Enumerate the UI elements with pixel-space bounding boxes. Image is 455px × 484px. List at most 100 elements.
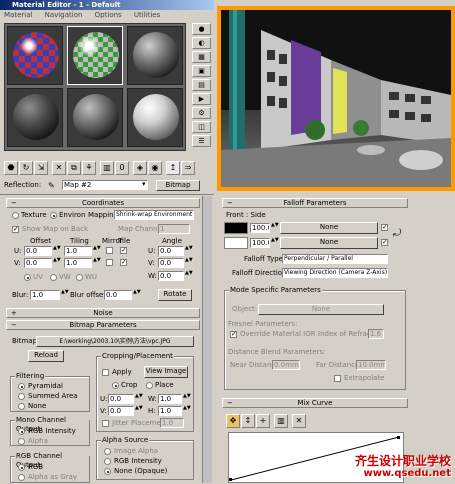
map-name-field[interactable]: Map #2 — [62, 180, 148, 190]
menu-options[interactable]: Options — [95, 11, 122, 19]
crop-w-spinner[interactable]: ▲▼ — [183, 394, 188, 403]
copy-material-icon[interactable]: ⧉ — [67, 161, 81, 175]
crop-v-spinner[interactable]: ▲▼ — [135, 406, 140, 415]
environ-radio[interactable] — [50, 212, 57, 219]
sample-slot-6[interactable] — [127, 88, 183, 147]
map-type-button[interactable]: Bitmap — [156, 180, 200, 191]
jitter-checkbox[interactable] — [102, 420, 109, 427]
add-point-icon[interactable]: + — [256, 414, 270, 428]
angle-w-field[interactable]: 0.0 — [158, 271, 184, 281]
blur-spinner[interactable]: ▲▼ — [61, 290, 66, 299]
front-amount-spinner[interactable]: ▲▼ — [271, 223, 276, 232]
filter-none-radio[interactable] — [18, 403, 25, 410]
mono-alpha-radio[interactable] — [18, 438, 25, 445]
texture-radio[interactable] — [12, 212, 19, 219]
far-distance-field[interactable]: 10.0mm — [356, 360, 386, 370]
assign-material-icon[interactable]: ⇲ — [34, 161, 48, 175]
show-end-result-icon[interactable]: ◉ — [148, 161, 162, 175]
tiling-u-field[interactable]: 1.0 — [64, 246, 92, 256]
mono-rgb-intensity-radio[interactable] — [18, 428, 25, 435]
bitmap-params-rollout-header[interactable]: −Bitmap Parameters — [6, 320, 200, 330]
show-map-on-back-checkbox[interactable]: ✓ — [12, 226, 19, 233]
reload-button[interactable]: Reload — [28, 350, 64, 362]
front-amount-field[interactable]: 100.0 — [250, 223, 270, 233]
reset-map-icon[interactable]: ✕ — [52, 161, 66, 175]
coordinates-rollout-header[interactable]: −Coordinates — [6, 198, 200, 208]
crop-v-field[interactable]: 0.0 — [108, 406, 134, 416]
backlight-icon[interactable]: ◐ — [192, 37, 211, 49]
put-to-scene-icon[interactable]: ↻ — [19, 161, 33, 175]
crop-h-field[interactable]: 1.0 — [158, 406, 182, 416]
offset-u-field[interactable]: 0.0 — [24, 246, 52, 256]
sample-slot-4[interactable] — [7, 88, 63, 147]
side-map-button[interactable]: None — [280, 237, 378, 249]
mirror-v-checkbox[interactable] — [106, 259, 113, 266]
delete-point-icon[interactable]: ✕ — [292, 414, 306, 428]
menu-navigation[interactable]: Navigation — [45, 11, 83, 19]
map-channel-field[interactable]: 1 — [158, 224, 190, 234]
falloff-rollout-header[interactable]: −Falloff Parameters — [222, 198, 408, 208]
rotate-button[interactable]: Rotate — [158, 289, 192, 301]
crop-radio[interactable] — [112, 382, 119, 389]
material-effects-channel-icon[interactable]: 0 — [115, 161, 129, 175]
crop-u-spinner[interactable]: ▲▼ — [135, 394, 140, 403]
tile-v-checkbox[interactable]: ✓ — [120, 259, 127, 266]
scale-point-icon[interactable]: ↕ — [241, 414, 255, 428]
angle-u-field[interactable]: 0.0 — [158, 246, 184, 256]
apply-checkbox[interactable] — [102, 369, 109, 376]
angle-v-field[interactable]: 0.0 — [158, 258, 184, 268]
image-alpha-radio[interactable] — [104, 448, 111, 455]
angle-v-spinner[interactable]: ▲▼ — [185, 258, 190, 267]
alpha-as-gray-radio[interactable] — [18, 474, 25, 481]
override-ior-checkbox[interactable]: ✓ — [230, 331, 237, 338]
swap-colors-icon[interactable]: ⤾ — [393, 229, 401, 238]
jitter-field[interactable]: 1.0 — [160, 418, 184, 428]
vw-radio[interactable] — [50, 274, 57, 281]
view-image-button[interactable]: View Image — [144, 366, 188, 378]
side-map-checkbox[interactable]: ✓ — [381, 239, 388, 246]
bitmap-path-button[interactable]: E:\working\2003.10\实例\方法\vpc.JPG — [36, 336, 194, 347]
sample-slot-2[interactable] — [67, 26, 123, 85]
side-color-swatch[interactable] — [224, 237, 248, 249]
select-by-material-icon[interactable]: ◫ — [192, 121, 211, 133]
offset-u-spinner[interactable]: ▲▼ — [53, 246, 58, 255]
uv-radio[interactable] — [24, 274, 31, 281]
video-check-icon[interactable]: ▤ — [192, 79, 211, 91]
go-forward-sibling-icon[interactable]: ⇒ — [181, 161, 195, 175]
offset-v-field[interactable]: 0.0 — [24, 258, 52, 268]
uv-tiling-icon[interactable]: ▣ — [192, 65, 211, 77]
summed-area-radio[interactable] — [18, 393, 25, 400]
sample-slot-3[interactable] — [127, 26, 183, 85]
mix-curve-rollout-header[interactable]: −Mix Curve — [222, 398, 408, 408]
material-navigator-icon[interactable]: ☰ — [192, 135, 211, 147]
background-icon[interactable]: ▦ — [192, 51, 211, 63]
tiling-u-spinner[interactable]: ▲▼ — [93, 246, 98, 255]
make-unique-icon[interactable]: ⚘ — [82, 161, 96, 175]
offset-v-spinner[interactable]: ▲▼ — [53, 258, 58, 267]
get-material-icon[interactable]: ⬣ — [4, 161, 18, 175]
blur-field[interactable]: 1.0 — [30, 290, 60, 300]
extrapolate-checkbox[interactable] — [334, 375, 341, 382]
crop-w-field[interactable]: 1.0 — [158, 394, 182, 404]
menu-material[interactable]: Material — [4, 11, 32, 19]
menu-utilities[interactable]: Utilities — [134, 11, 160, 19]
side-amount-field[interactable]: 100.0 — [250, 238, 270, 248]
ior-field[interactable]: 1.6 — [368, 329, 384, 339]
side-amount-spinner[interactable]: ▲▼ — [271, 238, 276, 247]
options-icon[interactable]: ⚙ — [192, 107, 211, 119]
angle-w-spinner[interactable]: ▲▼ — [185, 271, 190, 280]
wu-radio[interactable] — [76, 274, 83, 281]
falloff-direction-dropdown[interactable]: Viewing Direction (Camera Z-Axis) — [282, 268, 388, 278]
front-color-swatch[interactable] — [224, 222, 248, 234]
blur-offset-spinner[interactable]: ▲▼ — [133, 290, 138, 299]
crop-h-spinner[interactable]: ▲▼ — [183, 406, 188, 415]
move-point-icon[interactable]: ✥ — [226, 414, 240, 428]
object-pick-button[interactable]: None — [258, 304, 384, 315]
alpha-rgb-intensity-radio[interactable] — [104, 458, 111, 465]
sample-slot-5[interactable] — [67, 88, 123, 147]
blur-offset-field[interactable]: 0.0 — [104, 290, 132, 300]
show-map-in-viewport-icon[interactable]: ◈ — [133, 161, 147, 175]
mapping-dropdown[interactable]: Shrink-wrap Environment — [114, 210, 194, 220]
map-name-dropdown-icon[interactable]: ▾ — [142, 180, 146, 189]
pyramidal-radio[interactable] — [18, 383, 25, 390]
